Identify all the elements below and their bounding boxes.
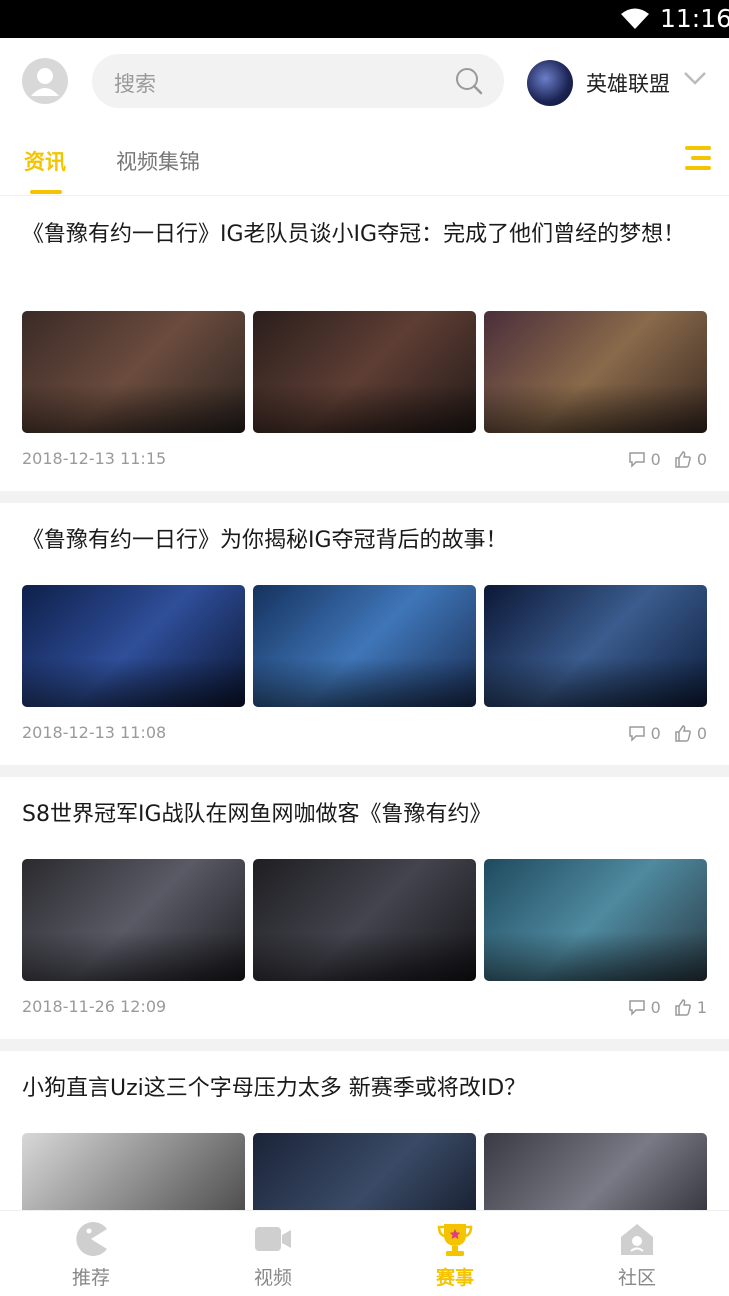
like-count: 0 [696, 449, 707, 469]
article-card[interactable]: S8世界冠军IG战队在网鱼网咖做客《鲁豫有约》 2018-11-26 12:09… [0, 777, 729, 1039]
comment-count: 0 [650, 997, 661, 1017]
comment-count: 0 [650, 723, 661, 743]
divider [0, 491, 729, 503]
article-card[interactable]: 《鲁豫有约一日行》为你揭秘IG夺冠背后的故事！ 2018-12-13 11:08… [0, 503, 729, 765]
tab-video-highlights[interactable]: 视频集锦 [116, 146, 200, 176]
search-icon[interactable] [454, 66, 484, 96]
thumbnail-image[interactable] [253, 1133, 476, 1210]
like-count: 0 [696, 723, 707, 743]
bottom-navigation: 推荐 视频 赛事 社区 [0, 1210, 729, 1296]
active-tab-indicator [30, 190, 62, 194]
category-tabs: 资讯 视频集锦 [0, 126, 729, 196]
like-icon[interactable] [673, 449, 693, 469]
search-input[interactable]: 搜索 [92, 54, 504, 108]
article-thumbnails [22, 859, 708, 981]
comment-icon[interactable] [627, 723, 647, 743]
thumbnail-image[interactable] [253, 859, 476, 981]
app-header: 搜索 英雄联盟 [0, 38, 729, 126]
article-date: 2018-12-13 11:15 [22, 449, 167, 468]
thumbnail-image[interactable] [22, 311, 245, 433]
nav-recommend[interactable]: 推荐 [0, 1211, 182, 1296]
trophy-icon [437, 1224, 473, 1256]
user-icon [31, 68, 59, 96]
article-stats: 0 0 [627, 449, 707, 469]
comment-count: 0 [650, 449, 661, 469]
news-feed[interactable]: 《鲁豫有约一日行》IG老队员谈小IG夺冠：完成了他们曾经的梦想！ 2018-12… [0, 197, 729, 1210]
nav-label: 社区 [617, 1267, 656, 1289]
nav-label: 视频 [253, 1267, 292, 1289]
article-card[interactable]: 小狗直言Uzi这三个字母压力太多 新赛季或将改ID？ [0, 1051, 729, 1210]
nav-events[interactable]: 赛事 [364, 1211, 546, 1296]
user-avatar[interactable] [22, 58, 68, 104]
thumbnail-image[interactable] [484, 1133, 707, 1210]
like-count: 1 [696, 997, 707, 1017]
article-date: 2018-11-26 12:09 [22, 997, 167, 1016]
status-time: 11:16 [660, 4, 729, 33]
like-icon[interactable] [673, 723, 693, 743]
divider [0, 1039, 729, 1051]
home-icon [621, 1224, 653, 1255]
thumbnail-image[interactable] [22, 585, 245, 707]
pacman-icon [76, 1222, 107, 1256]
article-title[interactable]: 《鲁豫有约一日行》为你揭秘IG夺冠背后的故事！ [22, 523, 712, 559]
divider [0, 765, 729, 777]
article-thumbnails [22, 585, 708, 707]
comment-icon[interactable] [627, 997, 647, 1017]
like-icon[interactable] [673, 997, 693, 1017]
game-selector-label[interactable]: 英雄联盟 [586, 68, 670, 98]
nav-label: 推荐 [71, 1267, 110, 1289]
thumbnail-image[interactable] [484, 311, 707, 433]
thumbnail-image[interactable] [253, 311, 476, 433]
article-date: 2018-12-13 11:08 [22, 723, 167, 742]
wifi-icon [621, 8, 649, 29]
article-stats: 0 1 [627, 997, 707, 1017]
thumbnail-image[interactable] [253, 585, 476, 707]
tab-news[interactable]: 资讯 [24, 146, 66, 176]
game-logo[interactable] [527, 60, 573, 106]
thumbnail-image[interactable] [484, 585, 707, 707]
article-title[interactable]: S8世界冠军IG战队在网鱼网咖做客《鲁豫有约》 [22, 797, 712, 833]
menu-icon[interactable] [685, 146, 711, 172]
video-camera-icon [255, 1227, 291, 1251]
thumbnail-image[interactable] [22, 859, 245, 981]
article-title[interactable]: 《鲁豫有约一日行》IG老队员谈小IG夺冠：完成了他们曾经的梦想！ [22, 217, 712, 253]
nav-label: 赛事 [435, 1267, 474, 1289]
thumbnail-image[interactable] [484, 859, 707, 981]
status-bar: 11:16 [0, 0, 729, 38]
article-card[interactable]: 《鲁豫有约一日行》IG老队员谈小IG夺冠：完成了他们曾经的梦想！ 2018-12… [0, 197, 729, 491]
thumbnail-image[interactable] [22, 1133, 245, 1210]
article-title[interactable]: 小狗直言Uzi这三个字母压力太多 新赛季或将改ID？ [22, 1071, 712, 1107]
nav-video[interactable]: 视频 [182, 1211, 364, 1296]
nav-community[interactable]: 社区 [546, 1211, 728, 1296]
article-stats: 0 0 [627, 723, 707, 743]
comment-icon[interactable] [627, 449, 647, 469]
article-thumbnails [22, 311, 708, 433]
chevron-down-icon[interactable] [683, 70, 707, 86]
search-placeholder: 搜索 [114, 72, 156, 96]
article-thumbnails [22, 1133, 708, 1210]
